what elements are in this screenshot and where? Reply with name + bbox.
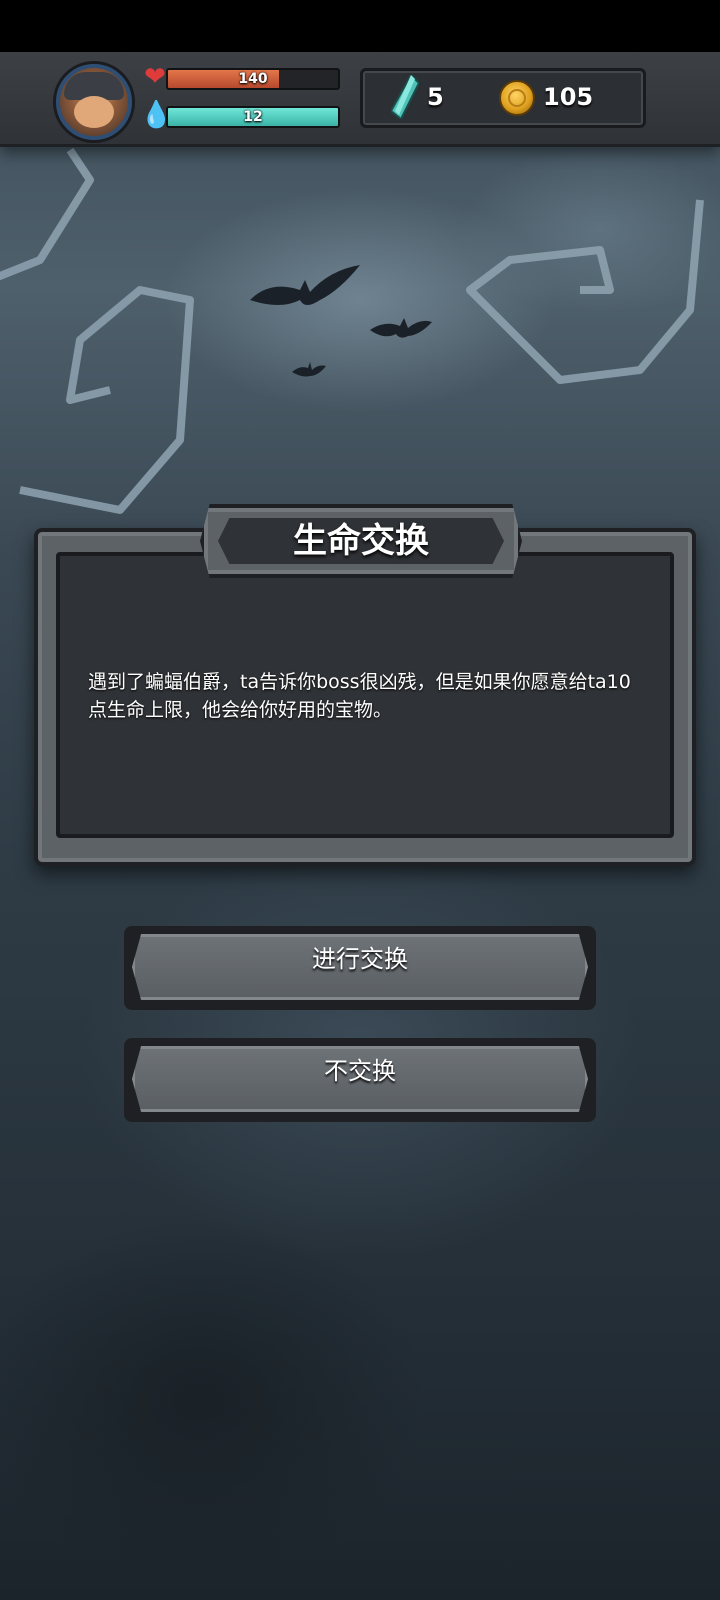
bats-and-branches-decoration [0,147,704,514]
mp-value: 12 [243,109,263,125]
decline-exchange-button[interactable]: 不交换 [124,1038,596,1122]
avatar-face [74,96,114,128]
decline-exchange-label: 不交换 [324,1057,396,1085]
event-description: 遇到了蝙蝠伯爵，ta告诉你boss很凶残，但是如果你愿意给ta10点生命上限，他… [88,671,631,721]
hp-value: 140 [238,71,268,87]
currency-panel: 5 105 [360,68,646,128]
crystal-icon [391,75,419,119]
system-status-strip [0,0,720,52]
gold-coin-icon [499,80,535,116]
event-title: 生命交换 [293,521,429,561]
coin-count: 105 [543,83,594,111]
mp-bar: 12 [166,106,340,128]
gem-count: 5 [427,83,444,111]
coin-inner-ring [508,89,526,107]
player-avatar[interactable] [56,64,132,140]
player-status-bar: ❤ 140 💧 12 5 105 [0,52,720,147]
hp-bar: 140 [166,68,340,90]
accept-exchange-button[interactable]: 进行交换 [124,926,596,1010]
accept-exchange-label: 进行交换 [312,945,408,973]
